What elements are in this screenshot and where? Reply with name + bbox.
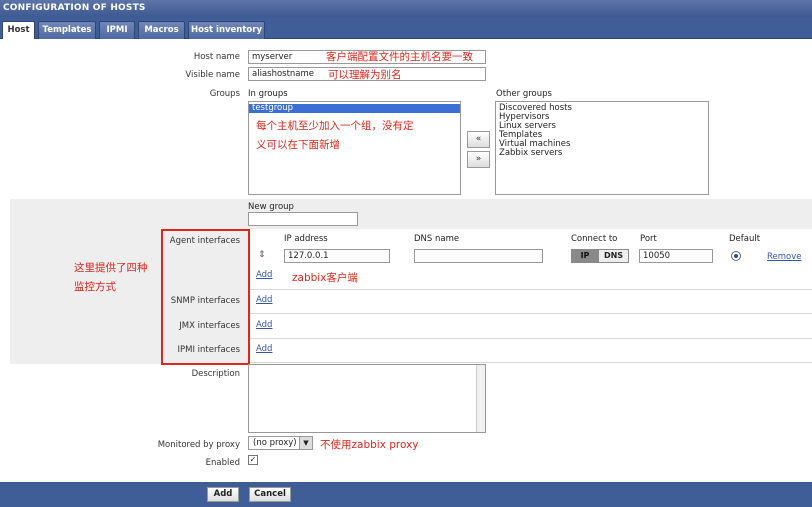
groups-annotation-line1: 每个主机至少加入一个组，没有定: [256, 120, 414, 132]
default-header: Default: [729, 234, 761, 244]
groups-label: Groups: [209, 89, 240, 99]
tab-templates[interactable]: Templates: [38, 21, 96, 39]
snmp-add-link[interactable]: Add: [256, 295, 272, 305]
tab-host-inventory[interactable]: Host inventory: [188, 21, 265, 39]
connect-ip-toggle[interactable]: IP: [571, 249, 599, 263]
ip-address-header: IP address: [284, 234, 328, 244]
port-input[interactable]: 10050: [639, 249, 713, 263]
tab-bar: Host Templates IPMI Macros Host inventor…: [0, 17, 812, 40]
description-textarea[interactable]: [248, 364, 486, 433]
add-button[interactable]: Add: [207, 487, 239, 502]
jmx-add-link[interactable]: Add: [256, 320, 272, 330]
tab-macros[interactable]: Macros: [138, 21, 185, 39]
interfaces-annotation-line1: 这里提供了四种: [74, 262, 148, 274]
in-groups-label: In groups: [248, 89, 288, 99]
new-group-label: New group: [248, 202, 294, 212]
divider: [248, 289, 812, 290]
divider: [248, 313, 812, 314]
description-label: Description: [191, 369, 240, 379]
visible-name-annotation: 可以理解为别名: [328, 69, 402, 81]
ip-address-input[interactable]: 127.0.0.1: [284, 249, 390, 263]
cancel-button[interactable]: Cancel: [249, 487, 291, 502]
proxy-select-value: (no proxy): [253, 438, 297, 448]
proxy-label: Monitored by proxy: [157, 440, 240, 450]
tab-ipmi[interactable]: IPMI: [99, 21, 135, 39]
enabled-checkbox[interactable]: ✓: [248, 455, 258, 465]
remove-interface-link[interactable]: Remove: [767, 252, 802, 262]
remove-from-group-button[interactable]: »: [467, 151, 490, 168]
proxy-annotation: 不使用zabbix proxy: [320, 439, 419, 451]
list-item[interactable]: testgroup: [249, 104, 460, 113]
visible-name-label: Visible name: [185, 70, 240, 80]
drag-handle-icon[interactable]: ⇕: [258, 250, 266, 260]
interfaces-annotation-line2: 监控方式: [74, 281, 116, 293]
window-title: CONFIGURATION OF HOSTS: [0, 0, 812, 17]
footer-bar: Add Cancel: [0, 482, 812, 507]
divider: [248, 362, 812, 363]
default-radio[interactable]: [731, 251, 741, 261]
radio-dot-icon: [734, 254, 738, 258]
interfaces-highlight-box: [161, 229, 250, 365]
other-groups-label: Other groups: [496, 89, 552, 99]
port-header: Port: [640, 234, 657, 244]
dns-name-header: DNS name: [414, 234, 460, 244]
connect-dns-toggle[interactable]: DNS: [598, 249, 629, 263]
list-item[interactable]: Zabbix servers: [499, 149, 705, 158]
new-group-strip: [10, 199, 812, 229]
other-groups-list[interactable]: Discovered hosts Hypervisors Linux serve…: [495, 101, 709, 195]
ipmi-add-link[interactable]: Add: [256, 344, 272, 354]
agent-annotation: zabbix客户端: [292, 272, 358, 284]
agent-add-link[interactable]: Add: [256, 270, 272, 280]
divider: [248, 338, 812, 339]
groups-annotation-line2: 义可以在下面新增: [256, 139, 340, 151]
connect-to-header: Connect to: [571, 234, 618, 244]
host-name-annotation: 客户端配置文件的主机名要一致: [326, 51, 473, 63]
chevron-down-icon[interactable]: ▼: [299, 437, 312, 449]
enabled-label: Enabled: [205, 458, 240, 468]
add-to-group-button[interactable]: «: [467, 131, 490, 148]
description-scrollbar[interactable]: [476, 365, 485, 432]
dns-name-input[interactable]: [414, 249, 543, 263]
host-name-label: Host name: [193, 52, 240, 62]
proxy-select[interactable]: (no proxy) ▼: [248, 436, 313, 450]
new-group-input[interactable]: [248, 212, 358, 226]
tab-host[interactable]: Host: [2, 21, 35, 40]
